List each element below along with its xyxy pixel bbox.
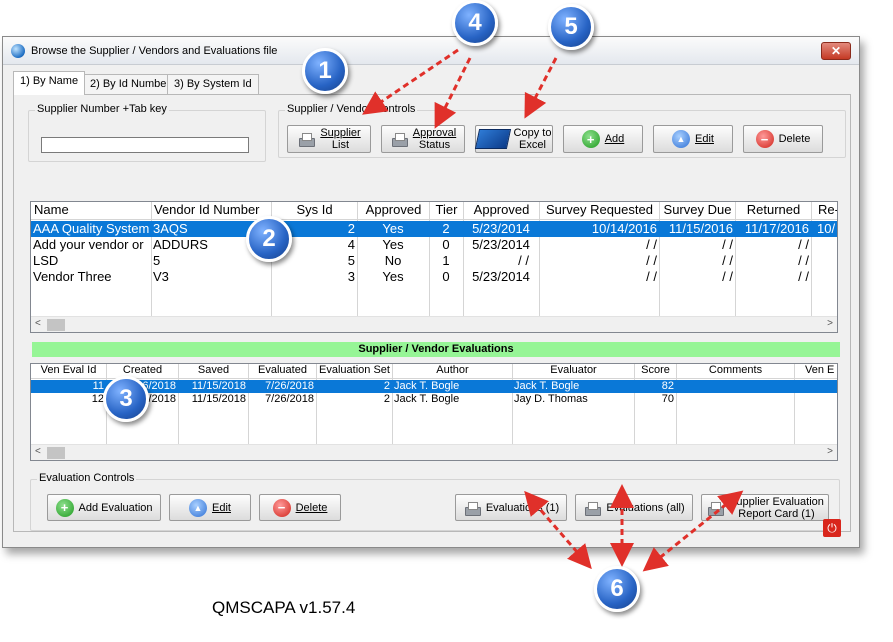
window-title: Browse the Supplier / Vendors and Evalua… [31,45,278,57]
search-group: Supplier Number +Tab key [28,103,266,162]
printer-icon [463,501,481,516]
col-survey-requested[interactable]: Survey Requested [540,202,660,219]
globe-icon [11,44,25,58]
triangle-icon: ▲ [189,498,208,517]
scroll-thumb[interactable] [47,319,65,331]
edit-supplier-button[interactable]: ▲ Edit [653,125,733,153]
minus-icon: − [755,130,774,148]
tab-panel: Supplier Number +Tab key Supplier / Vend… [13,94,851,532]
evaluations-1-label: Evaluations (1) [485,501,560,514]
evaluations-grid-header: Ven Eval Id Created Saved Evaluated Eval… [31,364,837,379]
evaluation-controls-label: Evaluation Controls [37,472,137,484]
edit-label: Edit [695,133,714,145]
supplier-row[interactable]: AAA Quality System 3AQS 2 Yes 2 5/23/201… [31,221,837,237]
triangle-icon: ▲ [672,130,691,148]
tab-by-name[interactable]: 1) By Name [13,71,86,95]
col-sys-id[interactable]: Sys Id [272,202,358,219]
scroll-right-icon[interactable]: > [827,318,833,329]
tab-by-id-number[interactable]: 2) By Id Number [83,74,178,94]
close-button[interactable]: ✕ [821,42,851,60]
col-approved-date[interactable]: Approved [464,202,540,219]
title-bar: Browse the Supplier / Vendors and Evalua… [3,37,859,65]
edit-evaluation-button[interactable]: ▲ Edit [169,494,251,521]
approval-status-label: Approval Status [412,127,457,151]
add-label: Add [604,133,625,145]
scroll-left-icon[interactable]: < [35,318,41,329]
add-evaluation-button[interactable]: + Add Evaluation [47,494,161,521]
power-icon[interactable]: ⏻ [823,519,841,537]
callout-badge-5: 5 [548,4,594,50]
supplier-grid-header: Name Vendor Id Number Sys Id Approved Ti… [31,202,837,220]
delete-label: Delete [778,133,811,145]
col-tier[interactable]: Tier [430,202,464,219]
excel-icon [474,129,511,149]
callout-badge-2: 2 [246,216,292,262]
printer-icon [390,132,408,147]
col-ven-eval-id[interactable]: Ven Eval Id [31,364,107,378]
col-name[interactable]: Name [31,202,152,219]
delete-evaluation-button[interactable]: − Delete [259,494,341,521]
report-card-label: Supplier Evaluation Report Card (1) [729,495,824,520]
col-saved[interactable]: Saved [179,364,249,378]
copy-to-excel-button[interactable]: Copy to Excel [474,125,553,153]
edit-evaluation-label: Edit [212,501,231,514]
supplier-row[interactable]: Add your vendor or ADDURS 4 Yes 0 5/23/2… [31,237,837,253]
printer-icon [583,501,602,516]
browse-window: Browse the Supplier / Vendors and Evalua… [2,36,860,548]
add-evaluation-label: Add Evaluation [78,501,153,514]
scroll-thumb[interactable] [47,447,65,459]
printer-icon [297,132,316,147]
supplier-row[interactable]: Vendor Three V3 3 Yes 0 5/23/2014 / / / … [31,269,837,285]
evaluations-all-button[interactable]: Evaluations (all) [575,494,693,521]
report-card-button[interactable]: Supplier Evaluation Report Card (1) [701,494,829,521]
evaluations-grid-hscroll[interactable]: < > [31,444,837,460]
col-ven-e[interactable]: Ven E [795,364,837,378]
scroll-right-icon[interactable]: > [827,446,833,457]
col-evaluation-set[interactable]: Evaluation Set [317,364,393,378]
col-created[interactable]: Created [107,364,179,378]
col-vendor-id[interactable]: Vendor Id Number [152,202,272,219]
delete-supplier-button[interactable]: − Delete [743,125,823,153]
callout-badge-4: 4 [452,0,498,46]
col-author[interactable]: Author [393,364,513,378]
printer-icon [706,501,725,516]
plus-icon: + [55,498,74,517]
evaluation-row[interactable]: 12 7/26/2018 11/15/2018 7/26/2018 2 Jack… [31,393,837,406]
supplier-controls-label: Supplier / Vendor Controls [285,103,418,115]
search-label: Supplier Number +Tab key [35,103,169,115]
evaluations-all-label: Evaluations (all) [606,501,685,514]
col-comments[interactable]: Comments [677,364,795,378]
supplier-grid[interactable]: Name Vendor Id Number Sys Id Approved Ti… [30,201,838,333]
col-evaluated[interactable]: Evaluated [249,364,317,378]
callout-badge-6: 6 [594,566,640,612]
supplier-row[interactable]: LSD 5 5 No 1 / / / / / / / / [31,253,837,269]
minus-icon: − [272,498,291,517]
evaluations-grid[interactable]: Ven Eval Id Created Saved Evaluated Eval… [30,363,838,461]
evaluations-banner: Supplier / Vendor Evaluations [32,342,840,357]
version-footer: QMSCAPA v1.57.4 [212,598,356,617]
supplier-number-input[interactable] [41,137,249,153]
add-supplier-button[interactable]: + Add [563,125,643,153]
scroll-left-icon[interactable]: < [35,446,41,457]
col-returned[interactable]: Returned [736,202,812,219]
copy-to-excel-label: Copy to Excel [513,127,552,151]
col-survey-due[interactable]: Survey Due [660,202,736,219]
callout-badge-1: 1 [302,48,348,94]
delete-evaluation-label: Delete [295,501,328,514]
col-evaluator[interactable]: Evaluator [513,364,635,378]
evaluations-1-button[interactable]: Evaluations (1) [455,494,567,521]
col-approved[interactable]: Approved [358,202,430,219]
supplier-grid-hscroll[interactable]: < > [31,316,837,332]
col-score[interactable]: Score [635,364,677,378]
supplier-list-button[interactable]: Supplier List [287,125,371,153]
evaluation-row[interactable]: 11 7/26/2018 11/15/2018 7/26/2018 2 Jack… [31,380,837,393]
col-re[interactable]: Re- [812,202,837,219]
tab-by-system-id[interactable]: 3) By System Id [167,74,259,94]
supplier-list-label: Supplier List [320,127,361,151]
approval-status-button[interactable]: Approval Status [381,125,465,153]
supplier-controls-group: Supplier / Vendor Controls Supplier List … [278,103,846,158]
evaluation-controls-group: Evaluation Controls + Add Evaluation ▲ E… [30,472,840,531]
callout-badge-3: 3 [103,376,149,422]
plus-icon: + [581,130,600,148]
